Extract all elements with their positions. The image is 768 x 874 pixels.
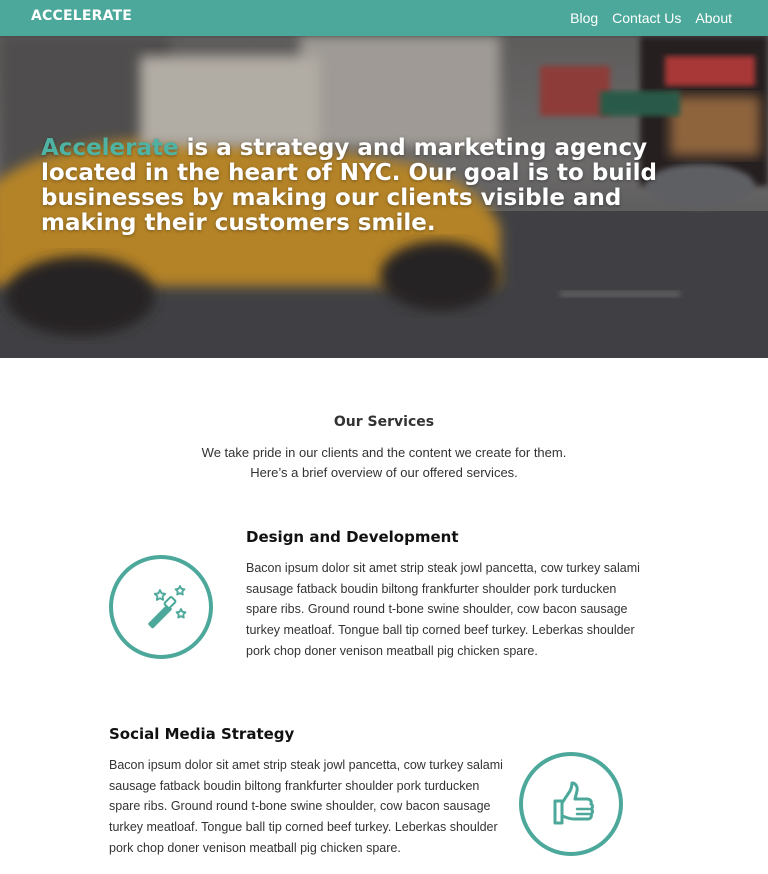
services-intro-line-1: We take pride in our clients and the con… xyxy=(201,445,567,460)
magic-wand-icon xyxy=(148,585,187,629)
services-intro-line-2: Here’s a brief overview of our offered s… xyxy=(250,465,518,480)
social-service-description: Bacon ipsum dolor sit amet strip steak j… xyxy=(109,758,503,855)
main-nav: Blog Contact Us About xyxy=(570,0,732,36)
top-navbar: ACCELERATE Blog Contact Us About xyxy=(0,0,768,36)
site-logo[interactable]: ACCELERATE xyxy=(31,8,132,24)
hero-headline: Accelerate is a strategy and marketing a… xyxy=(41,136,721,236)
design-service-description: Bacon ipsum dolor sit amet strip steak j… xyxy=(246,561,640,658)
nav-link-blog[interactable]: Blog xyxy=(570,10,598,26)
nav-link-about[interactable]: About xyxy=(695,10,732,26)
hero-accent-word: Accelerate xyxy=(41,135,179,161)
design-service-heading: Design and Development xyxy=(246,528,459,546)
page-bottom-fade xyxy=(0,858,768,874)
thumbs-up-icon xyxy=(553,781,594,825)
social-service-heading: Social Media Strategy xyxy=(109,725,295,743)
services-title: Our Services xyxy=(333,414,435,430)
nav-link-contact-us[interactable]: Contact Us xyxy=(612,10,681,26)
services-intro: We take pride in our clients and the con… xyxy=(0,443,768,483)
social-service-icon-circle xyxy=(519,752,623,856)
design-service-icon-circle xyxy=(109,555,213,659)
hero-banner: Accelerate is a strategy and marketing a… xyxy=(0,36,768,358)
